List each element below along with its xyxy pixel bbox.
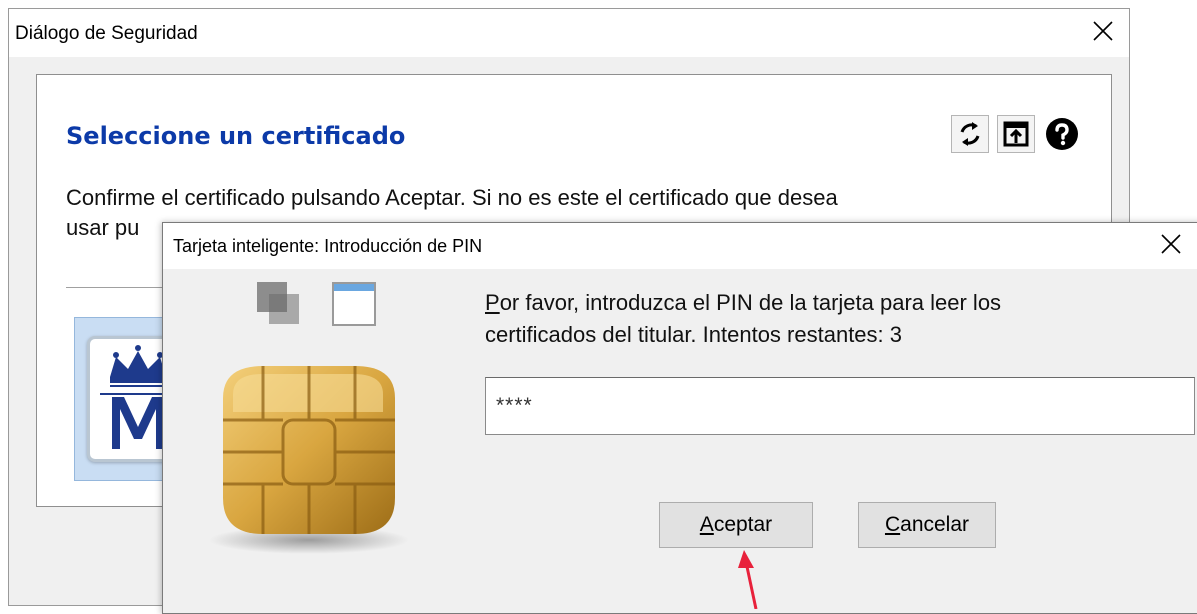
instructions-line-1: Confirme el certificado pulsando Aceptar… — [66, 185, 838, 210]
smart-card-chip-icon — [209, 366, 409, 554]
pin-dialog-title: Tarjeta inteligente: Introducción de PIN — [173, 236, 483, 256]
select-certificate-heading: Seleccione un certificado — [66, 122, 406, 150]
accept-button[interactable]: Aceptar — [659, 502, 813, 548]
pin-prompt-line-1-text: or favor, introduzca el PIN de la tarjet… — [499, 290, 1002, 315]
open-file-button[interactable] — [997, 115, 1035, 153]
accept-label: ceptar — [713, 513, 773, 536]
pin-prompt: Por favor, introduzca el PIN de la tarje… — [485, 287, 1185, 351]
pin-dialog: Tarjeta inteligente: Introducción de PIN — [162, 222, 1197, 614]
pin-prompt-line-1: Por favor, introduzca el PIN de la tarje… — [485, 287, 1185, 319]
open-file-icon — [1003, 121, 1029, 147]
mnemonic-letter: P — [485, 290, 500, 315]
accept-mnemonic: A — [699, 513, 714, 536]
security-dialog-title: Diálogo de Seguridad — [15, 23, 198, 44]
pin-dialog-titlebar: Tarjeta inteligente: Introducción de PIN — [163, 223, 1197, 269]
close-icon — [1093, 21, 1113, 41]
pin-prompt-line-2: certificados del titular. Intentos resta… — [485, 322, 903, 347]
window-icon — [332, 282, 376, 326]
refresh-button[interactable] — [951, 115, 989, 153]
pin-input[interactable] — [485, 377, 1195, 435]
help-button[interactable] — [1043, 115, 1081, 153]
security-dialog-titlebar: Diálogo de Seguridad — [9, 9, 1129, 57]
refresh-icon — [960, 122, 980, 146]
overlapping-windows-icon — [257, 282, 299, 324]
pin-dialog-close-button[interactable] — [1153, 228, 1189, 264]
cancel-label: ancelar — [900, 513, 970, 536]
help-icon — [1046, 118, 1078, 150]
security-dialog-close-button[interactable] — [1085, 15, 1121, 51]
annotation-arrow-icon — [738, 550, 758, 609]
dialog-toolbar — [951, 115, 1081, 153]
close-icon — [1161, 234, 1181, 254]
cancel-mnemonic: C — [884, 513, 901, 536]
cancel-button[interactable]: Cancelar — [858, 502, 996, 548]
